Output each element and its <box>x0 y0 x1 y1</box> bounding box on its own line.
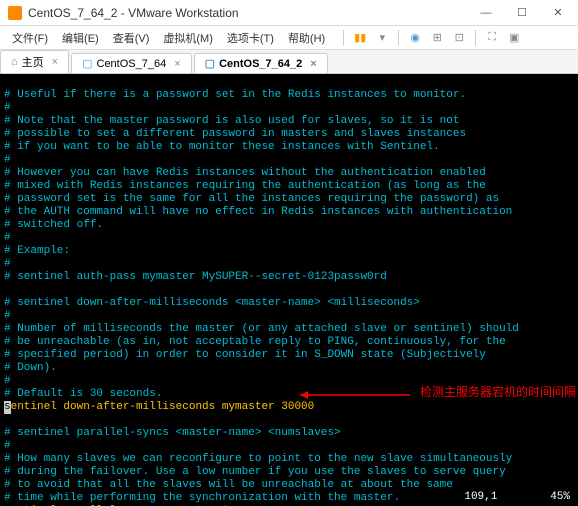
terminal-line: # <box>4 258 11 270</box>
scroll-percent: 45% <box>550 491 570 503</box>
terminal-line: # sentinel down-after-milliseconds <mast… <box>4 297 420 309</box>
terminal-line: # Number of milliseconds the master (or … <box>4 323 519 335</box>
close-icon[interactable]: × <box>52 56 58 68</box>
vm-icon: ▢ <box>82 57 92 70</box>
unity-icon[interactable]: ▣ <box>506 30 522 46</box>
terminal-line: # <box>4 440 11 452</box>
app-icon <box>8 6 22 20</box>
terminal-line: # Default is 30 seconds. <box>4 388 162 400</box>
tool-icon[interactable]: ⊡ <box>451 30 467 46</box>
dropdown-icon[interactable]: ▾ <box>374 30 390 46</box>
cursor-position: 109,1 <box>464 491 497 503</box>
window-title: CentOS_7_64_2 - VMware Workstation <box>28 6 474 20</box>
tab-label: 主页 <box>22 54 44 70</box>
menubar: 文件(F) 编辑(E) 查看(V) 虚拟机(M) 选项卡(T) 帮助(H) ▮▮… <box>0 26 578 50</box>
close-button[interactable]: ✕ <box>546 3 570 23</box>
toolbar: ▮▮ ▾ ◉ ⊞ ⊡ ⛶ ▣ <box>341 30 522 46</box>
menu-tabs[interactable]: 选项卡(T) <box>221 28 280 48</box>
snapshot-icon[interactable]: ◉ <box>407 30 423 46</box>
terminal-line: # during the failover. Use a low number … <box>4 466 506 478</box>
tabbar: ⌂ 主页 × ▢ CentOS_7_64 × ▢ CentOS_7_64_2 × <box>0 50 578 74</box>
annotation-arrow <box>300 388 420 402</box>
close-icon[interactable]: × <box>310 58 316 70</box>
pause-icon[interactable]: ▮▮ <box>352 30 368 46</box>
close-icon[interactable]: × <box>174 58 180 70</box>
separator <box>343 30 344 46</box>
terminal-line: # be unreachable (as in, not acceptable … <box>4 336 506 348</box>
menu-vm[interactable]: 虚拟机(M) <box>157 28 219 48</box>
window-controls: — ☐ ✕ <box>474 3 570 23</box>
vm-icon: ▢ <box>205 57 215 70</box>
maximize-button[interactable]: ☐ <box>510 3 534 23</box>
tool-icon[interactable]: ⊞ <box>429 30 445 46</box>
tab-label: CentOS_7_64_2 <box>219 58 302 70</box>
window-titlebar: CentOS_7_64_2 - VMware Workstation — ☐ ✕ <box>0 0 578 26</box>
terminal-line: # to avoid that all the slaves will be u… <box>4 479 453 491</box>
terminal-line: # sentinel auth-pass mymaster MySUPER--s… <box>4 271 387 283</box>
menu-help[interactable]: 帮助(H) <box>282 28 331 48</box>
fullscreen-icon[interactable]: ⛶ <box>484 30 500 46</box>
vim-status-bar: 109,1 45% <box>451 478 570 504</box>
terminal-line: # sentinel parallel-syncs <master-name> … <box>4 427 341 439</box>
terminal-highlighted-line: entinel down-after-milliseconds mymaster… <box>11 401 315 413</box>
terminal-line: # the AUTH command will have no effect i… <box>4 206 512 218</box>
terminal-line: # Example: <box>4 245 70 257</box>
terminal-line: # possible to set a different password i… <box>4 128 466 140</box>
terminal-line: # <box>4 232 11 244</box>
terminal-line: # How many slaves we can reconfigure to … <box>4 453 512 465</box>
separator <box>398 30 399 46</box>
terminal-line: # specified period) in order to consider… <box>4 349 486 361</box>
terminal-cursor-char: s <box>4 401 11 414</box>
terminal-line: # Note that the master password is also … <box>4 115 459 127</box>
terminal-line: # switched off. <box>4 219 103 231</box>
separator <box>475 30 476 46</box>
menu-file[interactable]: 文件(F) <box>6 28 54 48</box>
terminal-line: # Down). <box>4 362 57 374</box>
terminal-line: # mixed with Redis instances requiring t… <box>4 180 486 192</box>
tab-home[interactable]: ⌂ 主页 × <box>0 50 69 73</box>
terminal-line: # time while performing the synchronizat… <box>4 492 400 504</box>
terminal-line: # if you want to be able to monitor thes… <box>4 141 440 153</box>
terminal-line: # <box>4 310 11 322</box>
tab-vm1[interactable]: ▢ CentOS_7_64 × <box>71 53 192 73</box>
annotation-text: 检测主服务器宕机的时间间隔 <box>420 386 576 399</box>
menu-view[interactable]: 查看(V) <box>107 28 156 48</box>
terminal-line: # <box>4 375 11 387</box>
tab-vm2[interactable]: ▢ CentOS_7_64_2 × <box>194 53 328 73</box>
terminal-line: # <box>4 102 11 114</box>
terminal-line: # Useful if there is a password set in t… <box>4 89 466 101</box>
home-icon: ⌂ <box>11 56 18 68</box>
terminal-line: # <box>4 154 11 166</box>
terminal-line: # However you can have Redis instances w… <box>4 167 486 179</box>
terminal[interactable]: # Useful if there is a password set in t… <box>0 74 578 506</box>
minimize-button[interactable]: — <box>474 3 498 23</box>
tab-label: CentOS_7_64 <box>97 58 167 70</box>
menu-edit[interactable]: 编辑(E) <box>56 28 105 48</box>
terminal-line: # password set is the same for all the i… <box>4 193 499 205</box>
